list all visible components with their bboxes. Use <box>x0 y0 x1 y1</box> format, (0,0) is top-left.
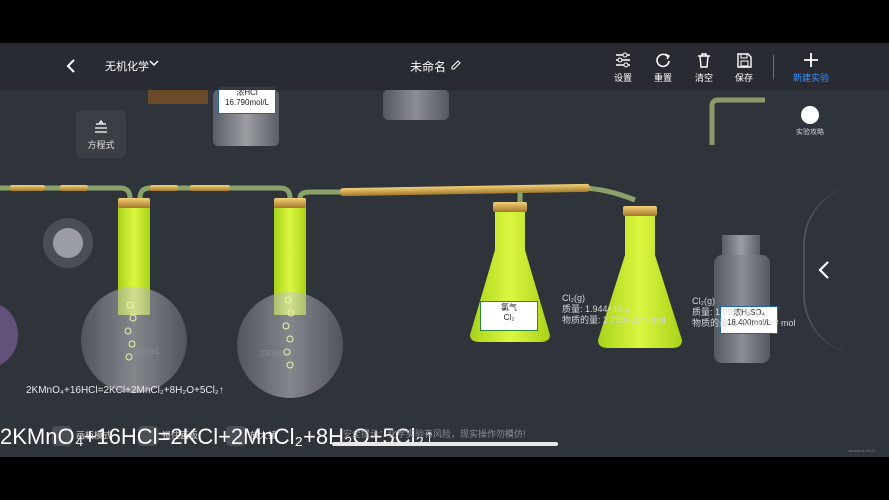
readout-1: Cl₂(g) 质量: 1.944×10 g 物质的量: 2.738×10⁻¹ m… <box>562 293 666 325</box>
joystick-control[interactable] <box>43 218 93 268</box>
sliders-icon <box>616 52 630 68</box>
experiment-title[interactable]: 未命名 <box>410 58 446 75</box>
clear-label: 清空 <box>694 73 713 83</box>
category-selector[interactable]: 无机化学 <box>105 58 149 74</box>
kmno4-flask <box>0 305 18 365</box>
chevron-left-icon[interactable] <box>816 258 832 287</box>
back-icon[interactable] <box>62 55 82 77</box>
home-indicator[interactable] <box>332 442 558 446</box>
readout-2: Cl₂(g) 质量: 1.095×10 g 物质的量: 1.543×10⁻² m… <box>692 296 796 328</box>
equation-label: 方程式 <box>87 140 115 150</box>
readout-2-moles: 物质的量: 1.543×10⁻² mol <box>692 317 796 328</box>
joystick-knob[interactable] <box>53 228 83 258</box>
guide-label: 实验攻略 <box>796 129 824 136</box>
readout-1-mass: 质量: 1.944×10 g <box>562 303 631 314</box>
settings-button[interactable]: 设置 <box>605 49 641 84</box>
floppy-icon <box>737 53 752 68</box>
plus-icon <box>804 53 818 67</box>
bent-tube <box>709 97 765 145</box>
flask1-bulb <box>81 287 187 393</box>
trash-icon <box>698 53 710 68</box>
reset-button[interactable]: 重置 <box>645 49 681 84</box>
readout-2-mass: 质量: 1.095×10 g <box>692 306 761 317</box>
flask2-volume: 250mL <box>260 349 285 358</box>
top-toolbar: 无机化学 未命名 设置 重置 清空 保存 新建实验 <box>0 43 889 90</box>
refresh-icon <box>656 53 671 68</box>
app-screen: 250mL 250mL 浓HCl 16.790mol/L 氯气 Cl₂ 浓H₂S… <box>0 0 889 500</box>
reset-label: 重置 <box>653 73 672 83</box>
flask-label-name: 氯气 <box>501 303 517 312</box>
edit-icon[interactable] <box>450 58 462 76</box>
settings-label: 设置 <box>613 73 632 83</box>
clear-button[interactable]: 清空 <box>686 49 722 84</box>
readout-1-gas: Cl₂(g) <box>562 293 585 303</box>
equation-icon <box>95 120 107 133</box>
flask-label-formula: Cl₂ <box>503 313 515 322</box>
hcl-label: 浓HCl 16.790mol/L <box>218 86 276 114</box>
readout-1-moles: 物质的量: 2.738×10⁻¹ mol <box>562 314 666 325</box>
chevron-down-icon[interactable] <box>148 56 160 74</box>
flask1-volume: 250mL <box>136 347 161 356</box>
hcl-conc: 16.790mol/L <box>224 98 270 107</box>
new-experiment-label: 新建实验 <box>792 73 829 83</box>
toolbar-divider <box>773 55 774 79</box>
guide-button[interactable]: 实验攻略 <box>790 106 830 137</box>
version-text: version:0.19.22 <box>848 448 876 453</box>
equation-button[interactable]: 方程式 <box>76 110 126 158</box>
reaction-equation: 2KMnO₄+16HCl=2KCl+2MnCl₂+8H₂O+5Cl₂↑ <box>26 385 224 396</box>
safety-tip: 安全提示：化学实验有风险，现实操作勿模仿! <box>343 429 526 439</box>
save-button[interactable]: 保存 <box>726 49 762 84</box>
guide-icon <box>801 106 819 124</box>
flask-label: 氯气 Cl₂ <box>480 301 538 331</box>
kmno4-bottle <box>148 90 208 104</box>
save-label: 保存 <box>734 73 753 83</box>
conical-flask-2 <box>598 215 682 348</box>
flask2-bulb <box>237 292 343 398</box>
new-experiment-button[interactable]: 新建实验 <box>787 49 835 84</box>
readout-2-gas: Cl₂(g) <box>692 296 715 306</box>
